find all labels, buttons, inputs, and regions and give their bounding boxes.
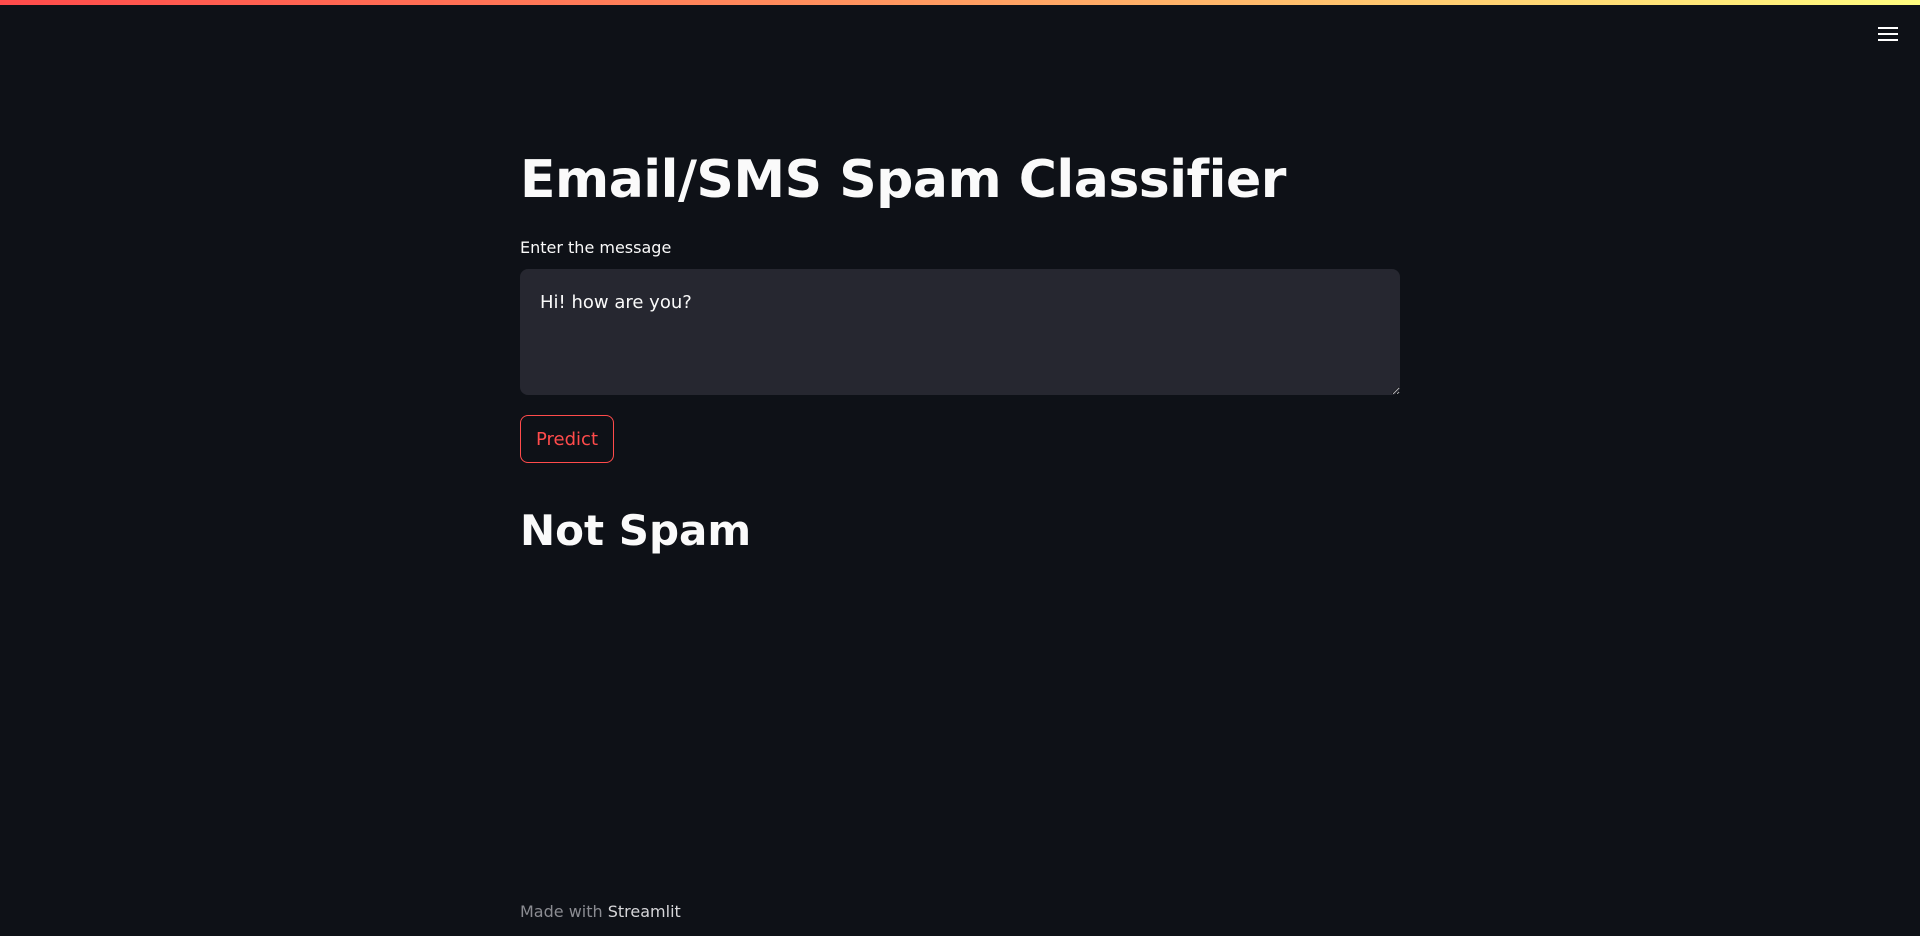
streamlit-link[interactable]: Streamlit xyxy=(608,902,681,921)
message-textarea[interactable]: Hi! how are you? xyxy=(520,269,1400,395)
predict-button[interactable]: Predict xyxy=(520,415,614,463)
footer: Made with Streamlit xyxy=(520,902,681,922)
footer-made-with: Made with xyxy=(520,902,603,921)
message-label: Enter the message xyxy=(520,238,672,257)
main-menu-button[interactable] xyxy=(1870,22,1906,48)
top-gradient-bar xyxy=(0,0,1920,5)
hamburger-menu-icon xyxy=(1878,27,1898,43)
prediction-result: Not Spam xyxy=(520,506,752,555)
message-textarea-container: Hi! how are you? xyxy=(520,269,1400,395)
page-title: Email/SMS Spam Classifier xyxy=(520,150,1286,210)
app-page: Email/SMS Spam Classifier Enter the mess… xyxy=(0,0,1920,936)
